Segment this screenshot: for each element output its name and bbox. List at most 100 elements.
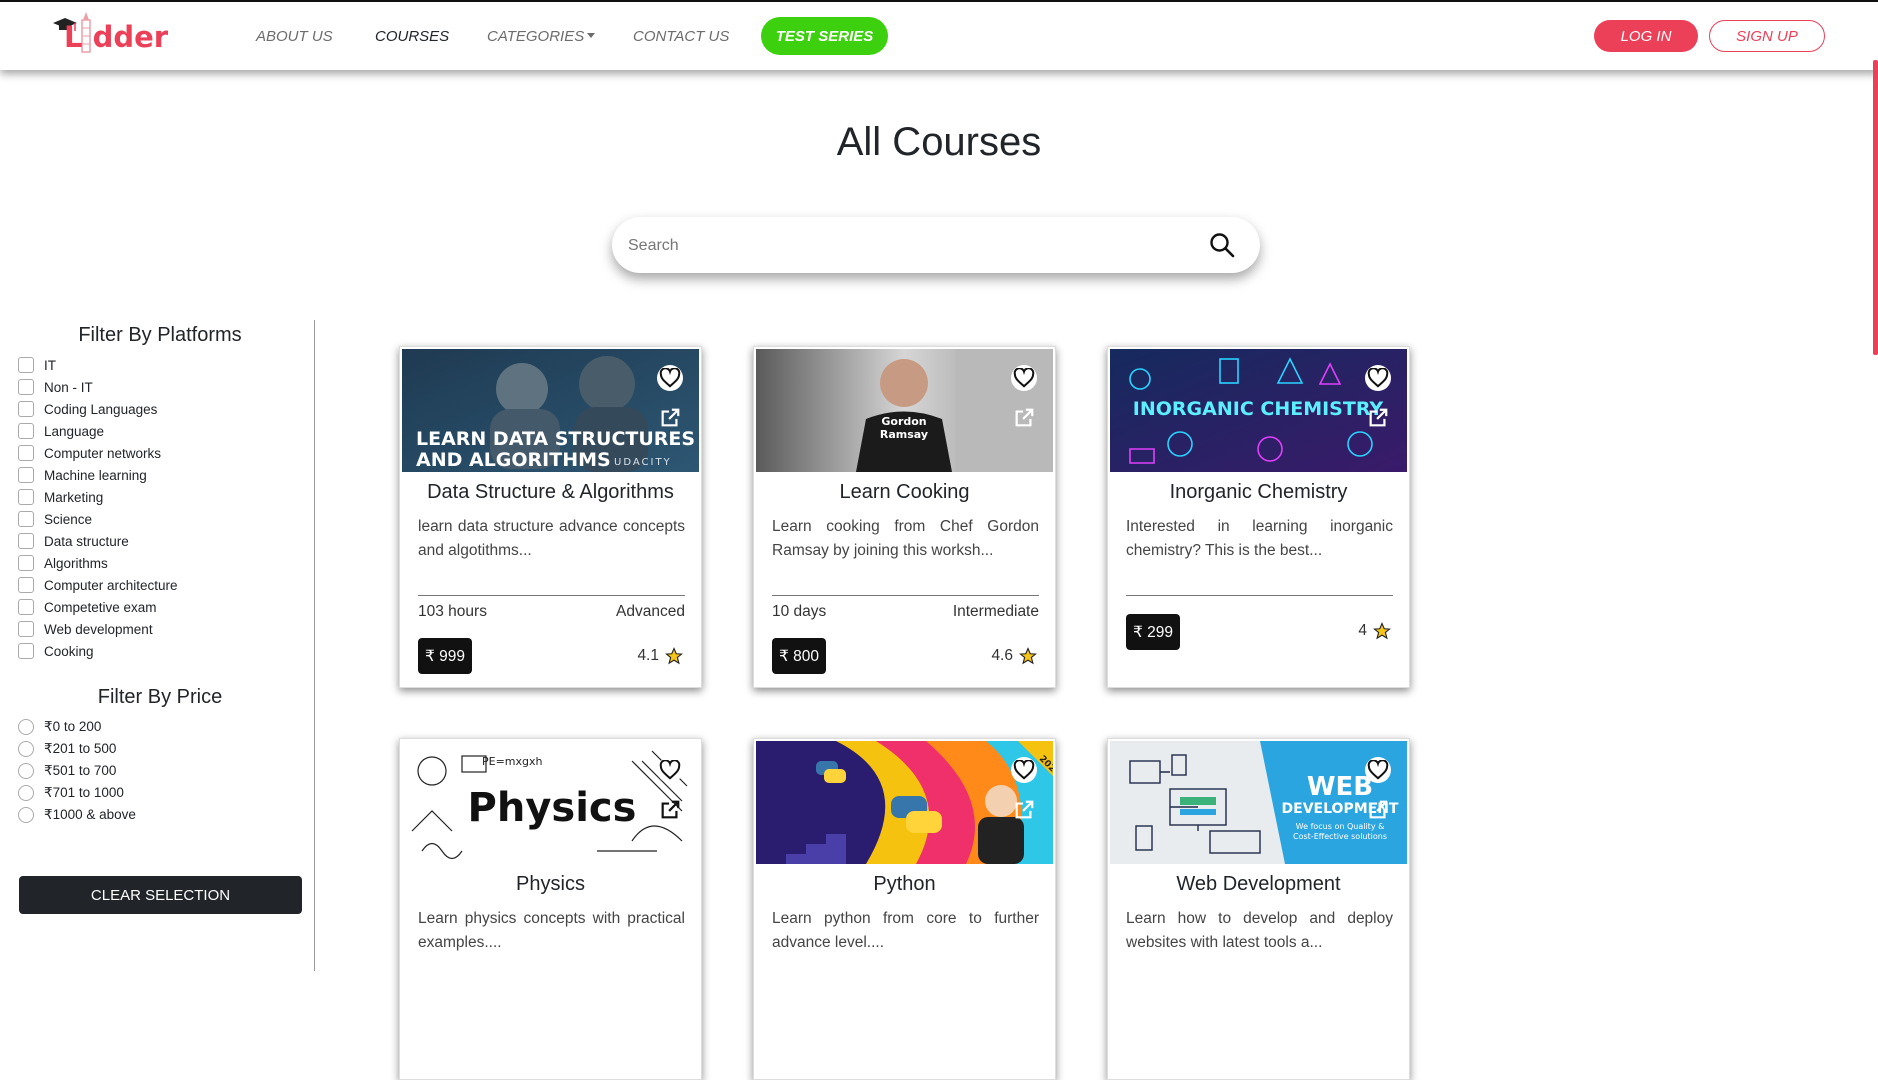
search-icon[interactable] <box>1208 231 1236 259</box>
course-card[interactable]: 2023 Python Learn python from core to fu… <box>753 738 1056 1080</box>
open-course-button[interactable] <box>657 797 683 823</box>
open-course-button[interactable] <box>1365 405 1391 431</box>
checkbox[interactable] <box>18 621 34 637</box>
price-option[interactable]: ₹0 to 200 <box>18 716 136 738</box>
course-title[interactable]: Data Structure & Algorithms <box>400 481 701 504</box>
platform-option-label: Web development <box>44 621 153 637</box>
price-option[interactable]: ₹501 to 700 <box>18 760 136 782</box>
price-filter-title: Filter By Price <box>97 686 223 708</box>
platform-option-label: Competetive exam <box>44 599 157 615</box>
checkbox[interactable] <box>18 379 34 395</box>
test-series-button[interactable]: TEST SERIES <box>761 17 888 55</box>
scrollbar-thumb[interactable] <box>1873 60 1878 355</box>
platform-option[interactable]: Data structure <box>18 530 178 552</box>
platform-option[interactable]: Cooking <box>18 640 178 662</box>
platform-option[interactable]: Computer architecture <box>18 574 178 596</box>
platform-option[interactable]: Machine learning <box>18 464 178 486</box>
login-button[interactable]: LOG IN <box>1594 20 1698 52</box>
favorite-button[interactable] <box>657 365 683 391</box>
platform-option[interactable]: Web development <box>18 618 178 640</box>
course-rating: 4.6 <box>991 647 1037 665</box>
course-description: Learn python from core to further advanc… <box>772 910 1039 951</box>
radio[interactable] <box>18 719 34 735</box>
nav-categories[interactable]: CATEGORIES <box>487 28 596 45</box>
checkbox[interactable] <box>18 423 34 439</box>
favorite-button[interactable] <box>1365 365 1391 391</box>
radio[interactable] <box>18 763 34 779</box>
platform-option-label: Marketing <box>44 489 104 505</box>
rating-value: 4.6 <box>991 647 1013 664</box>
radio[interactable] <box>18 741 34 757</box>
rating-value: 4 <box>1358 622 1367 639</box>
search-input[interactable] <box>626 231 1190 261</box>
nav-contact[interactable]: CONTACT US <box>633 28 729 45</box>
nav-courses[interactable]: COURSES <box>375 28 449 45</box>
favorite-button[interactable] <box>1011 757 1037 783</box>
caret-down-icon <box>587 33 596 38</box>
checkbox[interactable] <box>18 401 34 417</box>
checkbox[interactable] <box>18 357 34 373</box>
star-icon <box>1373 622 1391 640</box>
price-option[interactable]: ₹701 to 1000 <box>18 782 136 804</box>
price-option-label: ₹0 to 200 <box>44 719 102 734</box>
open-course-button[interactable] <box>657 405 683 431</box>
course-card[interactable]: PE=mxgxh Physics Physics Learn physics c… <box>399 738 702 1080</box>
open-course-button[interactable] <box>1011 405 1037 431</box>
price-option[interactable]: ₹201 to 500 <box>18 738 136 760</box>
favorite-button[interactable] <box>657 757 683 783</box>
platform-option[interactable]: Marketing <box>18 486 178 508</box>
course-title[interactable]: Physics <box>400 873 701 896</box>
external-link-icon <box>1369 408 1388 427</box>
open-course-button[interactable] <box>1365 797 1391 823</box>
course-card[interactable]: Gordon Ramsay Learn Cooking Learn cookin… <box>753 346 1056 688</box>
clear-selection-button[interactable]: CLEAR SELECTION <box>19 876 302 914</box>
checkbox[interactable] <box>18 555 34 571</box>
price-option-label: ₹1000 & above <box>44 807 136 822</box>
open-course-button[interactable] <box>1011 797 1037 823</box>
platform-option[interactable]: Algorithms <box>18 552 178 574</box>
platform-option[interactable]: IT <box>18 354 178 376</box>
course-title[interactable]: Inorganic Chemistry <box>1108 481 1409 504</box>
course-title[interactable]: Learn Cooking <box>754 481 1055 504</box>
favorite-button[interactable] <box>1365 757 1391 783</box>
platform-option[interactable]: Non - IT <box>18 376 178 398</box>
price-option[interactable]: ₹1000 & above <box>18 804 136 826</box>
platform-option[interactable]: Competetive exam <box>18 596 178 618</box>
checkbox[interactable] <box>18 577 34 593</box>
course-title[interactable]: Web Development <box>1108 873 1409 896</box>
platform-option-label: Algorithms <box>44 555 108 571</box>
checkbox[interactable] <box>18 643 34 659</box>
course-title[interactable]: Python <box>754 873 1055 896</box>
favorite-button[interactable] <box>1011 365 1037 391</box>
course-rating: 4.1 <box>637 647 683 665</box>
platform-option-label: Computer networks <box>44 445 162 461</box>
course-level: Advanced <box>616 603 685 620</box>
heart-icon <box>659 368 681 388</box>
filter-sidebar: Filter By Platforms IT Non - IT Coding L… <box>0 320 315 971</box>
navbar: L dder ABOUT US COURSES CATEGORIES CONTA… <box>0 2 1878 70</box>
platform-option[interactable]: Language <box>18 420 178 442</box>
checkbox[interactable] <box>18 489 34 505</box>
platform-option[interactable]: Computer networks <box>18 442 178 464</box>
signup-button[interactable]: SIGN UP <box>1709 20 1825 52</box>
checkbox[interactable] <box>18 511 34 527</box>
platform-option-label: Language <box>44 423 105 439</box>
checkbox[interactable] <box>18 533 34 549</box>
radio[interactable] <box>18 785 34 801</box>
divider <box>1126 595 1393 596</box>
platform-option[interactable]: Science <box>18 508 178 530</box>
course-card[interactable]: WEB DEVELOPMENT We focus on Quality & Co… <box>1107 738 1410 1080</box>
logo[interactable]: L dder <box>50 10 180 60</box>
checkbox[interactable] <box>18 599 34 615</box>
radio[interactable] <box>18 807 34 823</box>
course-card[interactable]: INORGANIC CHEMISTRY Inorganic Chemistry … <box>1107 346 1410 688</box>
external-link-icon <box>661 800 680 819</box>
course-image-text: Gordon <box>881 415 926 428</box>
course-card[interactable]: LEARN DATA STRUCTURES AND ALGORITHMS UDA… <box>399 346 702 688</box>
nav-about[interactable]: ABOUT US <box>256 28 333 45</box>
course-duration: 10 days <box>772 603 827 620</box>
checkbox[interactable] <box>18 445 34 461</box>
platform-option[interactable]: Coding Languages <box>18 398 178 420</box>
platform-option-label: Non - IT <box>44 379 93 395</box>
checkbox[interactable] <box>18 467 34 483</box>
